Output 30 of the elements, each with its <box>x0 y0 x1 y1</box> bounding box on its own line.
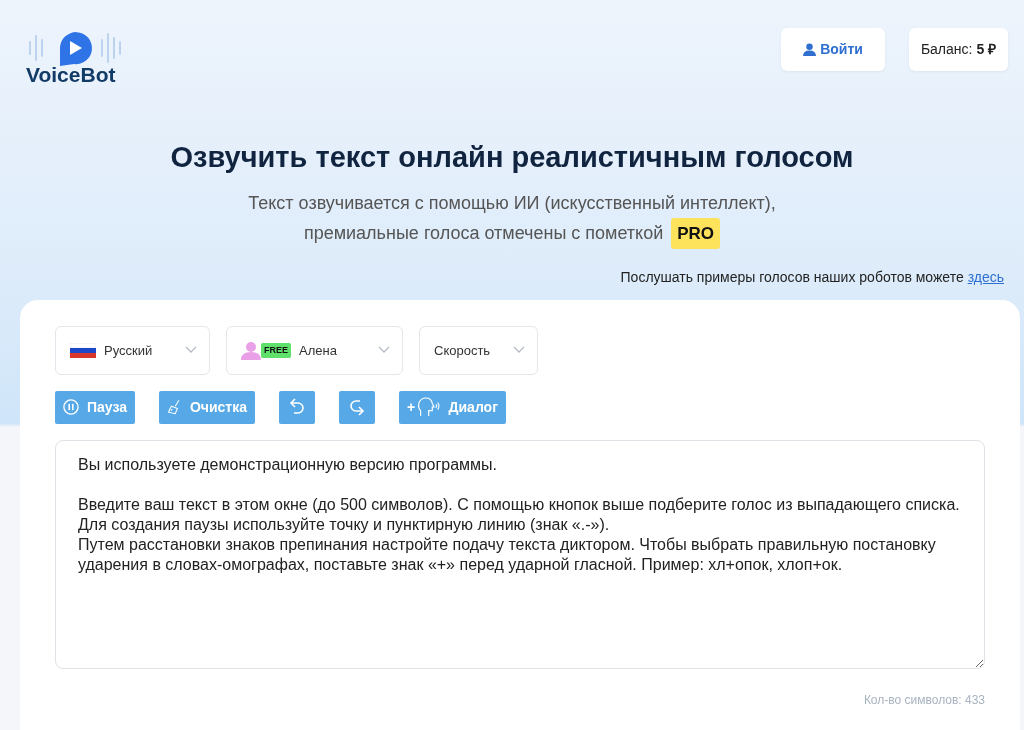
character-counter: Кол-во символов: 433 <box>862 691 985 709</box>
voice-select[interactable]: FREE Алена <box>226 325 403 375</box>
undo-icon <box>289 398 305 417</box>
balance-display: Баланс: 5 ₽ <box>909 28 1008 71</box>
login-button[interactable]: Войти <box>781 28 885 71</box>
speed-select[interactable]: Скорость <box>419 325 538 375</box>
page-title: Озвучить текст онлайн реалистичным голосом <box>169 140 855 175</box>
speaking-head-icon <box>417 396 441 419</box>
samples-link[interactable]: здесь <box>967 268 1004 285</box>
flag-icon <box>70 342 96 358</box>
language-select[interactable]: Русский <box>55 325 210 375</box>
logo-text: VoiceBot <box>26 64 116 85</box>
chevron-down-icon <box>378 346 390 355</box>
chevron-down-icon <box>513 346 525 355</box>
subtitle-text: Текст озвучивается с помощью ИИ (искусственный интеллект), <box>247 191 777 215</box>
user-icon <box>803 43 817 56</box>
clear-button[interactable]: Очистка <box>159 390 255 424</box>
samples-note: Послушать примеры голосов наших роботов можете здесь <box>620 268 1004 285</box>
pro-badge: PRO <box>671 217 721 249</box>
pause-icon <box>63 398 79 417</box>
redo-button[interactable] <box>339 390 375 424</box>
dialog-button[interactable]: + Диалог <box>399 390 506 424</box>
pause-button[interactable]: Пауза <box>55 390 135 424</box>
subtitle-text: премиальные голоса отмечены с пометкой <box>303 221 664 245</box>
text-input-field[interactable]: Вы используете демонстрационную версию программы. Введите ваш текст в этом окне (до 500 символов). С помощью кнопок выше подберите голос из выпадающего списка. Для создания паузы используйте точку и пунктирную линию (знак «.-»). Путем расстановки знаков препинания настройте подачу текста диктором. Чтобы выбрать правильную постановку ударения в словах-омографах, поставьте знак «+» перед ударной гласной. Пример: хл+опок, хлоп+ок. <box>55 439 985 669</box>
redo-icon <box>349 398 365 417</box>
person-icon <box>241 340 261 360</box>
free-badge: FREE <box>261 342 291 359</box>
undo-button[interactable] <box>279 390 315 424</box>
chevron-down-icon <box>185 346 197 355</box>
